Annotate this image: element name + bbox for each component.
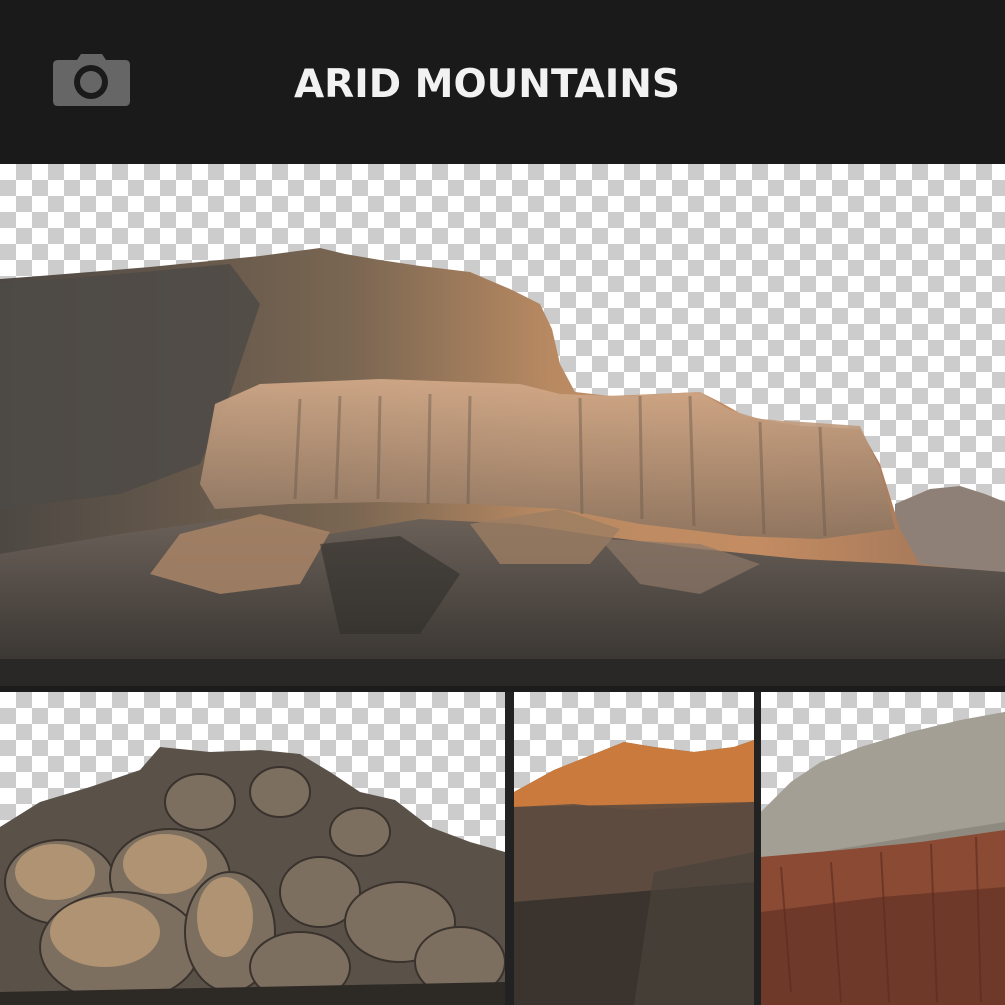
peak-image[interactable] bbox=[514, 692, 754, 1005]
panel-divider bbox=[505, 692, 514, 1005]
boulders-image[interactable] bbox=[0, 692, 505, 1005]
main-mesa-image[interactable] bbox=[0, 164, 1005, 686]
page-title: ARID MOUNTAINS bbox=[294, 62, 680, 107]
red-rock-image[interactable] bbox=[761, 692, 1005, 1005]
header-bar: ARID MOUNTAINS bbox=[0, 0, 1005, 164]
panel-divider bbox=[754, 692, 761, 1005]
camera-icon[interactable] bbox=[53, 54, 130, 106]
